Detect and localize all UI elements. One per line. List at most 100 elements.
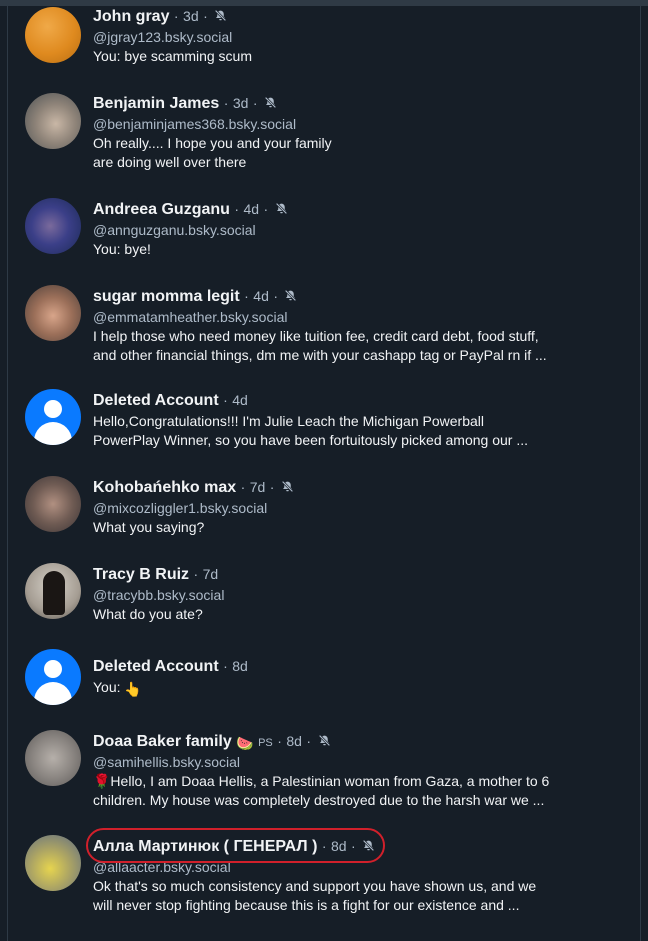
message-preview: You: bye scamming scum	[93, 48, 252, 64]
conversation-header: Deleted Account · 8d	[93, 655, 603, 677]
separator: ·	[306, 733, 312, 749]
timestamp: 7d	[249, 479, 266, 495]
conversation-item[interactable]: sugar momma legit · 4d · @emmatamheather…	[8, 285, 640, 365]
separator: ·	[277, 733, 282, 749]
message-preview-line: PowerPlay Winner, so you have been fortu…	[93, 432, 529, 448]
conversation-content: Tracy B Ruiz · 7d @tracybb.bsky.social W…	[93, 563, 603, 624]
conversation-header: Tracy B Ruiz · 7d	[93, 563, 603, 585]
separator: ·	[223, 658, 228, 674]
conversation-header: John gray · 3d ·	[93, 5, 603, 27]
message-preview-text: You:	[93, 679, 121, 695]
conversation-content: Kohobańehko max · 7d · @mixcozliggler1.b…	[93, 476, 603, 537]
display-name: Andreea Guzganu	[93, 201, 230, 218]
separator: ·	[273, 288, 278, 304]
avatar[interactable]	[25, 198, 81, 254]
separator: ·	[263, 201, 269, 217]
separator: ·	[193, 566, 199, 582]
timestamp: 7d	[202, 566, 219, 582]
display-name: John gray	[93, 8, 170, 25]
bell-slash-icon	[284, 287, 297, 309]
timestamp: 8d	[286, 733, 302, 749]
conversation-header: sugar momma legit · 4d ·	[93, 285, 603, 307]
bell-slash-icon	[214, 7, 227, 29]
avatar[interactable]	[25, 93, 81, 149]
bell-slash-icon	[318, 732, 331, 754]
user-handle: @samihellis.bsky.social	[93, 754, 240, 770]
display-name: Kohobańehko max	[93, 479, 237, 496]
separator: ·	[223, 95, 229, 111]
conversation-item[interactable]: Deleted Account · 8d You: 👆	[8, 649, 640, 707]
display-name: Deleted Account	[93, 392, 219, 409]
avatar-figure	[43, 571, 65, 615]
conversation-content: Benjamin James · 3d · @benjaminjames368.…	[93, 92, 603, 172]
conversation-header: Kohobańehko max · 7d ·	[93, 476, 603, 498]
user-handle: @mixcozliggler1.bsky.social	[93, 500, 268, 516]
separator: ·	[234, 201, 240, 217]
conversation-content: Deleted Account · 8d You: 👆	[93, 649, 603, 699]
message-preview-line: children. My house was completely destro…	[93, 792, 545, 808]
avatar-body-shape	[34, 422, 72, 445]
conversation-item[interactable]: John gray · 3d · @jgray123.bsky.social Y…	[8, 5, 640, 77]
timestamp: 4d	[243, 201, 260, 217]
message-preview-line: are doing well over there	[93, 154, 247, 170]
message-preview-line: Oh really.... I hope you and your family	[93, 135, 332, 151]
timestamp: 3d	[183, 8, 199, 24]
conversation-content: Andreea Guzganu · 4d · @annguzganu.bsky.…	[93, 198, 603, 259]
message-preview-line: I help those who need money like tuition…	[93, 328, 539, 344]
conversation-item[interactable]: Doaa Baker family 🍉 PS · 8d · @samihelli…	[8, 730, 640, 810]
message-preview: What do you ate?	[93, 606, 203, 622]
conversation-item[interactable]: Benjamin James · 3d · @benjaminjames368.…	[8, 92, 640, 172]
conversation-item[interactable]: Andreea Guzganu · 4d · @annguzganu.bsky.…	[8, 198, 640, 260]
timestamp: 3d	[232, 95, 249, 111]
separator: ·	[173, 8, 179, 24]
separator: ·	[240, 479, 246, 495]
separator: ·	[223, 392, 228, 408]
conversation-item[interactable]: Deleted Account · 4d Hello,Congratulatio…	[8, 389, 640, 451]
display-name: Deleted Account	[93, 658, 219, 675]
avatar-body-shape	[34, 682, 72, 705]
display-name: sugar momma legit	[93, 288, 240, 305]
message-preview: You: 👆	[93, 678, 603, 699]
timestamp: 8d	[232, 658, 248, 674]
bell-slash-icon	[275, 200, 288, 222]
timestamp: 4d	[253, 288, 269, 304]
conversation-content: Doaa Baker family 🍉 PS · 8d · @samihelli…	[93, 730, 603, 810]
user-handle: @jgray123.bsky.social	[93, 29, 233, 45]
pointing-up-emoji-icon: 👆	[124, 681, 142, 697]
watermelon-emoji-icon: 🍉	[236, 735, 254, 751]
separator: ·	[252, 95, 258, 111]
message-preview-line: and other financial things, dm me with y…	[93, 347, 547, 363]
avatar[interactable]	[25, 563, 81, 619]
timestamp: 4d	[232, 392, 248, 408]
avatar[interactable]	[25, 476, 81, 532]
user-handle: @benjaminjames368.bsky.social	[93, 116, 297, 132]
default-user-icon[interactable]	[25, 389, 81, 445]
message-preview-line: 🌹Hello, I am Doaa Hellis, a Palestinian …	[93, 773, 550, 789]
display-name: Doaa Baker family	[93, 733, 232, 750]
avatar[interactable]	[25, 730, 81, 786]
avatar[interactable]	[25, 285, 81, 341]
name-suffix: PS	[258, 737, 273, 749]
display-name: Benjamin James	[93, 95, 220, 112]
user-handle: @annguzganu.bsky.social	[93, 222, 256, 238]
separator: ·	[244, 288, 249, 304]
conversation-header: Benjamin James · 3d ·	[93, 92, 603, 114]
avatar-head-shape	[44, 400, 62, 418]
bell-slash-icon	[264, 94, 277, 116]
conversation-content: Deleted Account · 4d Hello,Congratulatio…	[93, 389, 603, 450]
user-handle: @emmatamheather.bsky.social	[93, 309, 288, 325]
default-user-icon[interactable]	[25, 649, 81, 705]
conversation-content: sugar momma legit · 4d · @emmatamheather…	[93, 285, 603, 365]
avatar-head-shape	[44, 660, 62, 678]
annotation-circle	[86, 828, 385, 863]
conversation-item[interactable]: Kohobańehko max · 7d · @mixcozliggler1.b…	[8, 476, 640, 538]
conversation-header: Andreea Guzganu · 4d ·	[93, 198, 603, 220]
bell-slash-icon	[281, 478, 294, 500]
conversation-content: John gray · 3d · @jgray123.bsky.social Y…	[93, 5, 603, 66]
avatar[interactable]	[25, 835, 81, 891]
separator: ·	[203, 8, 208, 24]
display-name: Tracy B Ruiz	[93, 566, 190, 583]
avatar[interactable]	[25, 7, 81, 63]
conversation-item[interactable]: Tracy B Ruiz · 7d @tracybb.bsky.social W…	[8, 563, 640, 625]
separator: ·	[269, 479, 275, 495]
